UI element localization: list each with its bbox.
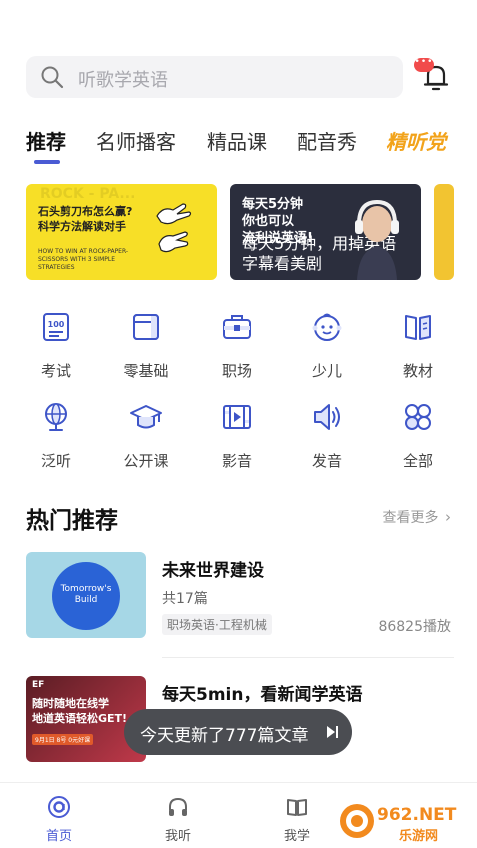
- film-icon: [223, 405, 251, 429]
- tab-my-learning[interactable]: 我学: [267, 795, 327, 844]
- search-row: 听歌学英语: [26, 56, 451, 98]
- course-title: 每天5min，看新闻学英语: [162, 685, 363, 705]
- banner-background-text: ROCK - PA...: [40, 186, 136, 202]
- open-book-icon: [287, 799, 307, 816]
- banner-subtitle: HOW TO WIN AT ROCK-PAPER-SCISSORS WITH 3…: [38, 248, 129, 271]
- globe-icon: [45, 403, 67, 431]
- tab-premium-courses[interactable]: 精品课: [207, 126, 267, 155]
- category-kids[interactable]: 少儿: [292, 310, 362, 381]
- category-label: 发音: [311, 452, 342, 470]
- tab-podcasts[interactable]: 名师播客: [96, 126, 176, 155]
- banner-rock-paper-scissors[interactable]: ROCK - PA... 石头剪刀布怎么赢? 科学方法解读对手 HOW TO W…: [26, 184, 217, 280]
- tab-label: 我听: [164, 829, 191, 844]
- site-watermark: 962.NET 乐游网: [340, 804, 457, 844]
- category-label: 公开课: [123, 452, 169, 470]
- category-video[interactable]: 影音: [202, 400, 272, 471]
- hands-illustration: [156, 203, 192, 253]
- course-count: 共17篇: [162, 591, 208, 607]
- category-label: 教材: [402, 362, 433, 380]
- play-next-icon: [327, 726, 338, 738]
- course-title: 未来世界建设: [162, 561, 264, 581]
- course-thumbnail: Tomorrow's Build: [26, 552, 146, 638]
- category-label: 少儿: [311, 362, 342, 380]
- update-toast[interactable]: 今天更新了777篇文章: [124, 709, 352, 755]
- speaker-icon: [314, 404, 340, 430]
- category-label: 泛听: [40, 452, 71, 470]
- tab-active-indicator: [34, 160, 60, 164]
- category-pronunciation[interactable]: 发音: [292, 400, 362, 471]
- thumbnail-brand: EF: [32, 680, 45, 690]
- tab-my-listening[interactable]: 我听: [148, 795, 208, 844]
- person-with-headphones-image: [355, 199, 399, 280]
- category-textbook[interactable]: 教材: [383, 310, 453, 381]
- tab-intensive-listening[interactable]: 精听党: [386, 126, 446, 155]
- banner-title: 石头剪刀布怎么赢? 科学方法解读对手: [38, 205, 133, 233]
- briefcase-icon: [223, 315, 251, 339]
- divider: [162, 657, 454, 658]
- tab-dubbing-show[interactable]: 配音秀: [297, 126, 357, 155]
- category-label: 影音: [221, 452, 252, 470]
- thumbnail-badge: 9月1日 8号 0元好课: [32, 734, 94, 745]
- tab-home[interactable]: 首页: [29, 795, 89, 844]
- home-icon: [48, 796, 70, 818]
- thumbnail-text: Tomorrow's Build: [60, 584, 112, 605]
- tab-label: 首页: [45, 829, 72, 844]
- category-beginner[interactable]: 零基础: [111, 310, 181, 381]
- see-more-label: 查看更多: [382, 510, 439, 526]
- banner-partial[interactable]: [434, 184, 454, 280]
- folder-icon: [133, 314, 159, 340]
- see-more-link[interactable]: 查看更多 ›: [383, 507, 451, 527]
- category-label: 考试: [40, 362, 71, 380]
- course-tag: 职场英语·工程机械: [162, 614, 272, 635]
- list-item[interactable]: Tomorrow's Build 未来世界建设 共17篇 职场英语·工程机械 8…: [26, 552, 451, 640]
- tab-label: 我学: [283, 829, 310, 844]
- svg-text:100: 100: [48, 320, 65, 329]
- grid-icon: [405, 404, 431, 430]
- book-icon: [405, 315, 431, 340]
- course-plays: 86825播放: [378, 619, 451, 635]
- category-all[interactable]: 全部: [383, 400, 453, 471]
- search-icon: [41, 66, 64, 89]
- thumbnail-text: 随时随地在线学 地道英语轻松GET!: [32, 697, 128, 725]
- category-label: 职场: [221, 362, 252, 380]
- section-title: 热门推荐: [26, 508, 118, 534]
- notification-badge: •••: [414, 58, 434, 72]
- child-icon: [312, 313, 342, 341]
- chevron-right-icon: ›: [445, 508, 451, 526]
- graduation-cap-icon: [130, 405, 162, 429]
- search-input[interactable]: 听歌学英语: [26, 56, 403, 98]
- headphones-icon: [169, 797, 187, 816]
- category-label: 全部: [402, 452, 433, 470]
- svg-text:962.NET: 962.NET: [377, 805, 457, 825]
- banner-five-minutes-english[interactable]: 每天5分钟 你也可以 流利说英语! 每天5分钟，用掉英语 字幕看美剧: [230, 184, 421, 280]
- toast-text: 今天更新了777篇文章: [140, 726, 309, 746]
- category-extensive-listening[interactable]: 泛听: [21, 400, 91, 471]
- category-exam[interactable]: 100 考试: [21, 310, 91, 381]
- category-workplace[interactable]: 职场: [202, 310, 272, 381]
- tab-recommend[interactable]: 推荐: [26, 126, 66, 155]
- search-placeholder: 听歌学英语: [78, 70, 168, 91]
- svg-text:乐游网: 乐游网: [399, 828, 438, 844]
- category-label: 零基础: [123, 362, 169, 380]
- exam-icon: 100: [43, 313, 69, 341]
- category-open-courses[interactable]: 公开课: [111, 400, 181, 471]
